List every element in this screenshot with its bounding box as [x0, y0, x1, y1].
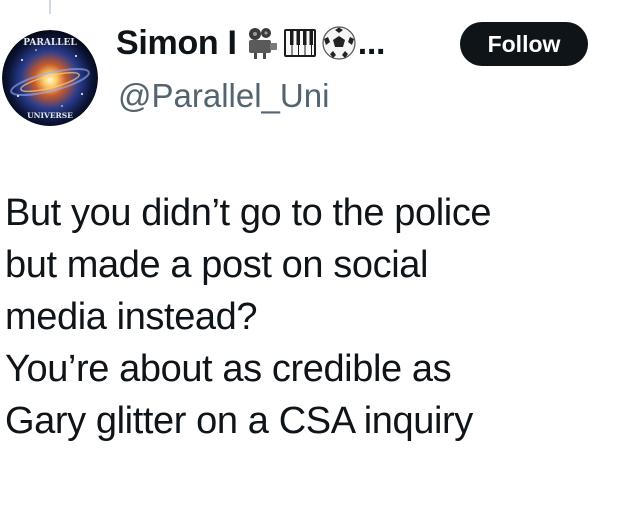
piano-keys-icon	[283, 29, 316, 57]
film-projector-icon	[248, 28, 277, 59]
post-line: but made a post on social	[5, 244, 429, 286]
avatar[interactable]: PARALLEL UNIVERSE	[2, 30, 98, 126]
avatar-text-bottom: UNIVERSE	[27, 111, 73, 120]
display-name[interactable]: Simon I ...	[116, 19, 385, 67]
avatar-galaxy-image: PARALLEL UNIVERSE	[2, 30, 98, 126]
display-name-truncation: ...	[357, 24, 386, 62]
display-name-emojis	[243, 25, 357, 61]
thread-connector	[49, 0, 51, 14]
display-name-text: Simon I	[116, 24, 237, 62]
handle[interactable]: @Parallel_Uni	[118, 74, 329, 118]
avatar-text-top: PARALLEL	[23, 38, 77, 48]
tweet: PARALLEL UNIVERSE Simon I ... @Parallel_…	[0, 0, 623, 524]
follow-button[interactable]: Follow	[460, 22, 588, 66]
post-line: media instead?	[5, 296, 258, 338]
post-line: But you didn’t go to the police	[5, 192, 492, 234]
post-text: But you didn’t go to the police but made…	[5, 187, 615, 447]
post-line: You’re about as credible as	[5, 348, 452, 390]
post-line: Gary glitter on a CSA inquiry	[5, 400, 473, 442]
soccer-ball-icon	[322, 26, 356, 60]
